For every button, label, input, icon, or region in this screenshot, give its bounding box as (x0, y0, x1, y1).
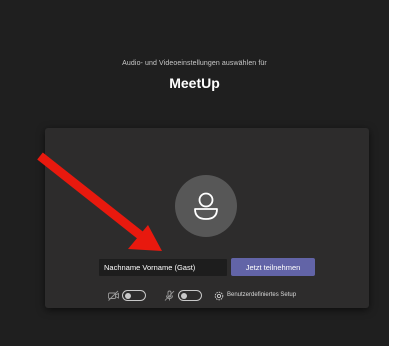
window-edge (389, 0, 399, 346)
red-arrow-annotation (37, 152, 162, 251)
